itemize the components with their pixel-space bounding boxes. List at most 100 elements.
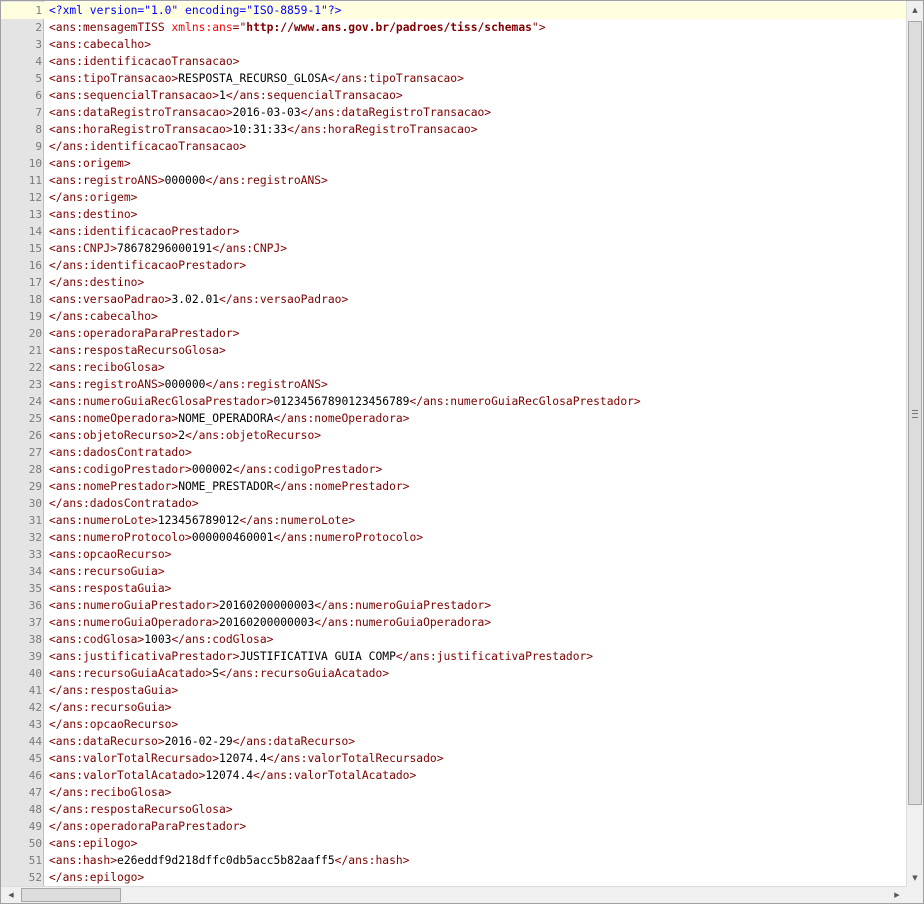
code-line[interactable]: 30 </ans:dadosContratado> [1,495,907,512]
code-line[interactable]: 20 <ans:operadoraParaPrestador> [1,325,907,342]
token-tag: </ans:nomePrestador> [273,480,410,493]
code-line[interactable]: 28 <ans:codigoPrestador>000002</ans:codig… [1,461,907,478]
code-line[interactable]: 51 <ans:hash>e26eddf9d218dffc0db5acc5b82a… [1,852,907,869]
token-tag: <ans:objetoRecurso> [49,429,179,442]
code-line[interactable]: 42 </ans:recursoGuia> [1,699,907,716]
token-tag: </ans:reciboGlosa> [49,786,172,799]
token-tag: </ans:nomeOperadora> [273,412,410,425]
code-line[interactable]: 50 <ans:epilogo> [1,835,907,852]
code-line[interactable]: 46 <ans:valorTotalAcatado>12074.4</ans:va… [1,767,907,784]
code-line[interactable]: 47 </ans:reciboGlosa> [1,784,907,801]
line-content: <ans:cabecalho> [49,36,151,53]
scrollbar-corner [906,886,923,903]
code-line[interactable]: 6 <ans:sequencialTransacao>1</ans:sequenc… [1,87,907,104]
vertical-scrollbar[interactable]: ▲ ▼ [906,1,923,887]
code-line[interactable]: 36 <ans:numeroGuiaPrestador>2016020000000… [1,597,907,614]
line-number: 32 [28,531,42,544]
line-number: 1 [35,4,42,17]
line-number: 16 [28,259,42,272]
line-content: <ans:identificacaoPrestador> [49,223,239,240]
code-line[interactable]: 48 </ans:respostaRecursoGlosa> [1,801,907,818]
token-pi: <?xml version="1.0" encoding="ISO-8859-1… [49,4,342,17]
line-content: <ans:recursoGuiaAcatado>S</ans:recursoGu… [49,665,389,682]
token-tag: <ans:dadosContratado> [49,446,192,459]
token-tag: <ans:identificacaoPrestador> [49,225,240,238]
token-tag: <ans:sequencialTransacao> [49,89,220,102]
token-tag: <ans:reciboGlosa> [49,361,165,374]
code-line[interactable]: 31 <ans:numeroLote>123456789012</ans:nume… [1,512,907,529]
code-line[interactable]: 35 <ans:respostaGuia> [1,580,907,597]
code-line[interactable]: 38 <ans:codGlosa>1003</ans:codGlosa> [1,631,907,648]
token-txt: 2016-02-29 [164,735,233,748]
line-content: </ans:recursoGuia> [49,699,171,716]
scroll-right-icon[interactable]: ▶ [889,887,905,903]
code-line[interactable]: 39 <ans:justificativaPrestador>JUSTIFICAT… [1,648,907,665]
xml-editor[interactable]: 1 <?xml version="1.0" encoding="ISO-8859-… [0,0,924,904]
code-line[interactable]: 10 <ans:origem> [1,155,907,172]
code-line[interactable]: 45 <ans:valorTotalRecursado>12074.4</ans:… [1,750,907,767]
code-line[interactable]: 25 <ans:nomeOperadora>NOME_OPERADORA</ans… [1,410,907,427]
code-line[interactable]: 49 </ans:operadoraParaPrestador> [1,818,907,835]
horizontal-scrollbar[interactable]: ◀ ▶ [1,886,907,903]
code-line[interactable]: 8 <ans:horaRegistroTransacao>10:31:33</an… [1,121,907,138]
code-line[interactable]: 17 </ans:destino> [1,274,907,291]
token-tag: <ans:versaoPadrao> [49,293,172,306]
line-number: 38 [28,633,42,646]
line-content: <ans:numeroGuiaRecGlosaPrestador>0123456… [49,393,641,410]
line-content: <ans:hash>e26eddf9d218dffc0db5acc5b82aaf… [49,852,410,869]
code-line[interactable]: 34 <ans:recursoGuia> [1,563,907,580]
line-content: <ans:codGlosa>1003</ans:codGlosa> [49,631,273,648]
token-txt: 000000 [164,174,206,187]
code-line[interactable]: 11 <ans:registroANS>000000</ans:registroA… [1,172,907,189]
code-line[interactable]: 19 </ans:cabecalho> [1,308,907,325]
vertical-scroll-thumb[interactable] [908,21,922,805]
code-line[interactable]: 13 <ans:destino> [1,206,907,223]
code-line[interactable]: 29 <ans:nomePrestador>NOME_PRESTADOR</ans… [1,478,907,495]
code-line[interactable]: 4 <ans:identificacaoTransacao> [1,53,907,70]
token-tag: <ans:registroANS> [49,174,165,187]
token-tag: </ans:numeroGuiaPrestador> [314,599,492,612]
code-line[interactable]: 52 </ans:epilogo> [1,869,907,886]
code-line[interactable]: 27 <ans:dadosContratado> [1,444,907,461]
code-line[interactable]: 5 <ans:tipoTransacao>RESPOSTA_RECURSO_GLO… [1,70,907,87]
code-line[interactable]: 37 <ans:numeroGuiaOperadora>2016020000000… [1,614,907,631]
code-line[interactable]: 18 <ans:versaoPadrao>3.02.01</ans:versaoP… [1,291,907,308]
code-line[interactable]: 40 <ans:recursoGuiaAcatado>S</ans:recurso… [1,665,907,682]
code-line[interactable]: 21 <ans:respostaRecursoGlosa> [1,342,907,359]
scroll-up-icon[interactable]: ▲ [907,2,923,18]
code-lines[interactable]: 1 <?xml version="1.0" encoding="ISO-8859-… [1,2,907,886]
token-tag: </ans:sequencialTransacao> [225,89,403,102]
scroll-down-icon[interactable]: ▼ [907,870,923,886]
line-content: <ans:dataRecurso>2016-02-29</ans:dataRec… [49,733,355,750]
code-line[interactable]: 7 <ans:dataRegistroTransacao>2016-03-03</… [1,104,907,121]
code-line[interactable]: 16 </ans:identificacaoPrestador> [1,257,907,274]
code-line[interactable]: 3 <ans:cabecalho> [1,36,907,53]
line-content: <ans:respostaRecursoGlosa> [49,342,226,359]
horizontal-scroll-thumb[interactable] [21,888,121,902]
code-line[interactable]: 15 <ans:CNPJ>78678296000191</ans:CNPJ> [1,240,907,257]
code-line[interactable]: 32 <ans:numeroProtocolo>000000460001</ans… [1,529,907,546]
token-tag: <ans:dataRecurso> [49,735,165,748]
token-tag: </ans:origem> [49,191,138,204]
code-line[interactable]: 33 <ans:opcaoRecurso> [1,546,907,563]
code-line[interactable]: 22 <ans:reciboGlosa> [1,359,907,376]
code-line[interactable]: 23 <ans:registroANS>000000</ans:registroA… [1,376,907,393]
line-content: <ans:justificativaPrestador>JUSTIFICATIV… [49,648,593,665]
code-line[interactable]: 24 <ans:numeroGuiaRecGlosaPrestador>01234… [1,393,907,410]
line-content: <ans:nomeOperadora>NOME_OPERADORA</ans:n… [49,410,409,427]
token-txt: NOME_PRESTADOR [178,480,274,493]
token-tag: </ans:cabecalho> [49,310,158,323]
code-line[interactable]: 14 <ans:identificacaoPrestador> [1,223,907,240]
code-line[interactable]: 26 <ans:objetoRecurso>2</ans:objetoRecurs… [1,427,907,444]
code-line[interactable]: 1 <?xml version="1.0" encoding="ISO-8859-… [1,2,907,19]
scroll-left-icon[interactable]: ◀ [3,887,19,903]
token-tag: <ans:justificativaPrestador> [49,650,240,663]
code-line[interactable]: 9 </ans:identificacaoTransacao> [1,138,907,155]
code-line[interactable]: 43 </ans:opcaoRecurso> [1,716,907,733]
line-number: 52 [28,871,42,884]
code-line[interactable]: 41 </ans:respostaGuia> [1,682,907,699]
code-line[interactable]: 12 </ans:origem> [1,189,907,206]
token-txt: 1003 [144,633,172,646]
code-line[interactable]: 44 <ans:dataRecurso>2016-02-29</ans:dataR… [1,733,907,750]
code-line[interactable]: 2 <ans:mensagemTISS xmlns:ans="http://www… [1,19,907,36]
